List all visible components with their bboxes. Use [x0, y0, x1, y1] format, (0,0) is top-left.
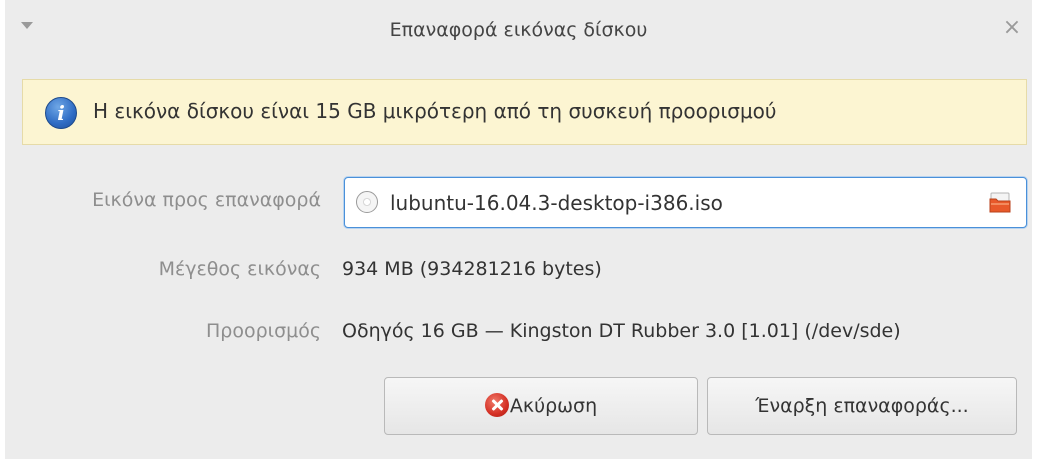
info-icon: i	[45, 97, 77, 129]
window-title: Επαναφορά εικόνας δίσκου	[389, 19, 648, 41]
start-restore-button[interactable]: Έναρξη επαναφοράς...	[707, 377, 1017, 435]
cancel-icon	[484, 393, 509, 417]
image-size-value: 934 MB (934281216 bytes)	[342, 258, 602, 280]
cancel-button[interactable]: Ακύρωση	[384, 377, 698, 435]
image-file-name: lubuntu-16.04.3-desktop-i386.iso	[390, 191, 723, 215]
info-message: Η εικόνα δίσκου είναι 15 GB μικρότερη απ…	[93, 99, 777, 123]
folder-icon	[989, 192, 1011, 213]
restore-disk-image-dialog: Επαναφορά εικόνας δίσκου × i Η εικόνα δί…	[5, 0, 1032, 459]
cancel-button-label: Ακύρωση	[509, 395, 598, 417]
destination-label: Προορισμός	[206, 320, 321, 342]
image-to-restore-label: Εικόνα προς επαναφορά	[92, 189, 321, 211]
start-restore-button-label: Έναρξη επαναφοράς...	[755, 395, 969, 417]
destination-value: Οδηγός 16 GB — Kingston DT Rubber 3.0 [1…	[342, 320, 901, 342]
disc-icon	[356, 191, 378, 213]
info-bar: i Η εικόνα δίσκου είναι 15 GB μικρότερη …	[22, 79, 1027, 145]
image-file-chooser[interactable]: lubuntu-16.04.3-desktop-i386.iso	[344, 177, 1027, 228]
close-icon[interactable]: ×	[1000, 14, 1024, 42]
title-bar: Επαναφορά εικόνας δίσκου ×	[5, 0, 1032, 62]
image-size-label: Μέγεθος εικόνας	[158, 258, 321, 280]
